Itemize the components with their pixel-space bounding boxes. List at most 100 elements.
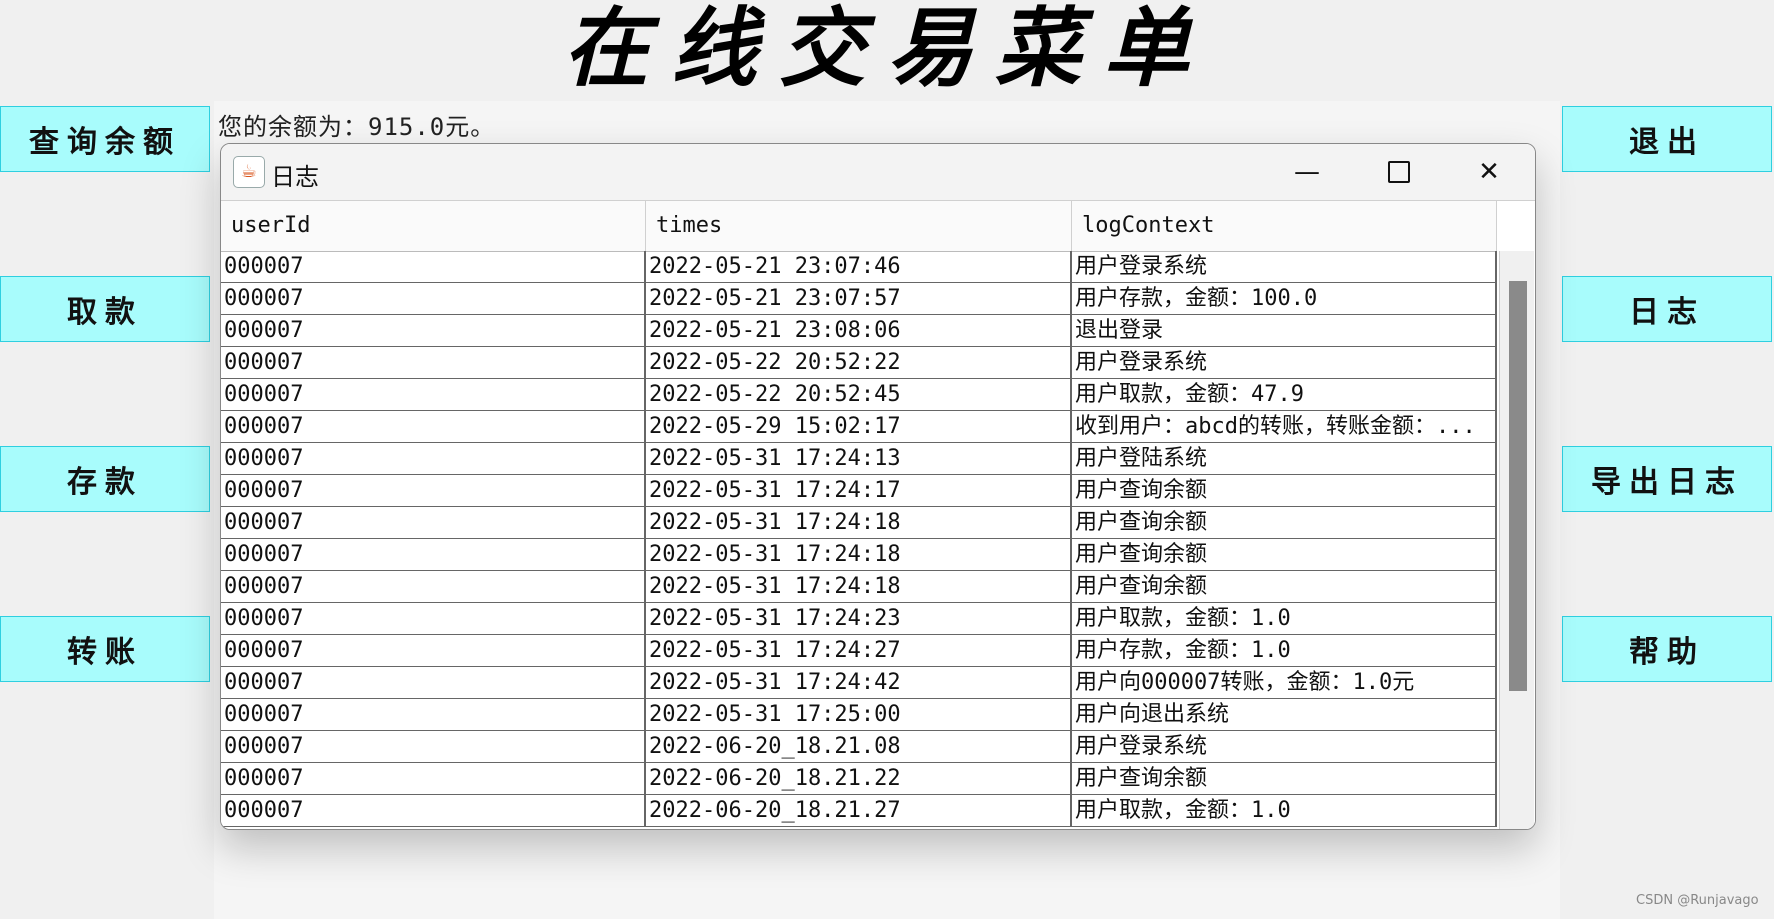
table-row[interactable]: 000007 2022-05-31 17:24:23 用户取款，金额：1.0 <box>221 603 1497 635</box>
withdraw-button[interactable]: 取款 <box>0 276 210 342</box>
cell-userid: 000007 <box>221 315 646 346</box>
cell-times: 2022-06-20_18.21.27 <box>646 795 1072 826</box>
cell-logcontext: 用户向000007转账，金额：1.0元 <box>1072 667 1497 698</box>
log-button[interactable]: 日志 <box>1562 276 1772 342</box>
deposit-button[interactable]: 存款 <box>0 446 210 512</box>
table-row[interactable]: 000007 2022-05-31 17:25:00 用户向退出系统 <box>221 699 1497 731</box>
table-row[interactable]: 000007 2022-05-31 17:24:18 用户查询余额 <box>221 571 1497 603</box>
exit-button[interactable]: 退出 <box>1562 106 1772 172</box>
cell-logcontext: 用户查询余额 <box>1072 507 1497 538</box>
cell-logcontext: 用户存款，金额：1.0 <box>1072 635 1497 666</box>
table-row[interactable]: 000007 2022-05-21 23:07:57 用户存款，金额：100.0 <box>221 283 1497 315</box>
cell-logcontext: 退出登录 <box>1072 315 1497 346</box>
cell-userid: 000007 <box>221 443 646 474</box>
table-row[interactable]: 000007 2022-05-22 20:52:45 用户取款，金额：47.9 <box>221 379 1497 411</box>
cell-logcontext: 用户登录系统 <box>1072 731 1497 762</box>
column-header-times[interactable]: times <box>646 201 1072 251</box>
close-button[interactable]: ✕ <box>1443 144 1535 200</box>
table-row[interactable]: 000007 2022-05-31 17:24:13 用户登陆系统 <box>221 443 1497 475</box>
cell-times: 2022-05-22 20:52:45 <box>646 379 1072 410</box>
log-table: userId times logContext 000007 2022-05-21… <box>221 201 1535 829</box>
table-header: userId times logContext <box>221 201 1497 252</box>
cell-times: 2022-05-21 23:08:06 <box>646 315 1072 346</box>
java-cup-icon: ☕ <box>233 156 265 188</box>
cell-times: 2022-05-31 17:24:27 <box>646 635 1072 666</box>
cell-times: 2022-05-31 17:25:00 <box>646 699 1072 730</box>
cell-userid: 000007 <box>221 347 646 378</box>
main-title: 在线交易菜单 <box>563 0 1211 99</box>
cell-times: 2022-05-29 15:02:17 <box>646 411 1072 442</box>
cell-userid: 000007 <box>221 379 646 410</box>
cell-logcontext: 用户查询余额 <box>1072 763 1497 794</box>
cell-logcontext: 用户查询余额 <box>1072 539 1497 570</box>
check-balance-button[interactable]: 查询余额 <box>0 106 210 172</box>
table-row[interactable]: 000007 2022-05-29 15:02:17 收到用户：abcd的转账，转账… <box>221 411 1497 443</box>
cell-times: 2022-05-22 20:52:22 <box>646 347 1072 378</box>
cell-userid: 000007 <box>221 635 646 666</box>
cell-logcontext: 用户存款，金额：100.0 <box>1072 283 1497 314</box>
maximize-icon <box>1388 161 1410 183</box>
cell-times: 2022-05-31 17:24:18 <box>646 539 1072 570</box>
cell-userid: 000007 <box>221 251 646 282</box>
close-icon: ✕ <box>1478 157 1500 187</box>
table-row[interactable]: 000007 2022-05-22 20:52:22 用户登录系统 <box>221 347 1497 379</box>
cell-times: 2022-05-21 23:07:57 <box>646 283 1072 314</box>
cell-times: 2022-05-31 17:24:42 <box>646 667 1072 698</box>
log-window-titlebar[interactable]: ☕ 日志 — ✕ <box>221 144 1535 201</box>
cell-logcontext: 用户查询余额 <box>1072 571 1497 602</box>
cell-userid: 000007 <box>221 699 646 730</box>
cell-times: 2022-05-31 17:24:23 <box>646 603 1072 634</box>
cell-times: 2022-05-31 17:24:13 <box>646 443 1072 474</box>
cell-times: 2022-06-20_18.21.22 <box>646 763 1072 794</box>
table-body: 000007 2022-05-21 23:07:46 用户登录系统 000007 202… <box>221 251 1497 827</box>
cell-times: 2022-05-31 17:24:17 <box>646 475 1072 506</box>
cell-userid: 000007 <box>221 667 646 698</box>
cell-userid: 000007 <box>221 475 646 506</box>
minimize-button[interactable]: — <box>1261 144 1353 200</box>
cell-times: 2022-06-20_18.21.08 <box>646 731 1072 762</box>
log-window-title: 日志 <box>271 163 319 191</box>
cell-times: 2022-05-21 23:07:46 <box>646 251 1072 282</box>
cell-userid: 000007 <box>221 539 646 570</box>
cell-logcontext: 用户登录系统 <box>1072 251 1497 282</box>
cell-userid: 000007 <box>221 411 646 442</box>
scrollbar-thumb[interactable] <box>1509 281 1527 691</box>
cell-logcontext: 用户登陆系统 <box>1072 443 1497 474</box>
cell-logcontext: 用户取款，金额：1.0 <box>1072 795 1497 826</box>
watermark: CSDN @Runjavago <box>1636 893 1759 908</box>
table-row[interactable]: 000007 2022-05-31 17:24:17 用户查询余额 <box>221 475 1497 507</box>
cell-userid: 000007 <box>221 603 646 634</box>
cell-logcontext: 用户登录系统 <box>1072 347 1497 378</box>
cell-logcontext: 收到用户：abcd的转账，转账金额：... <box>1072 411 1497 442</box>
column-header-userid[interactable]: userId <box>221 201 646 251</box>
table-row[interactable]: 000007 2022-06-20_18.21.22 用户查询余额 <box>221 763 1497 795</box>
cell-logcontext: 用户取款，金额：47.9 <box>1072 379 1497 410</box>
cell-logcontext: 用户查询余额 <box>1072 475 1497 506</box>
table-row[interactable]: 000007 2022-05-31 17:24:18 用户查询余额 <box>221 539 1497 571</box>
vertical-scrollbar[interactable] <box>1499 251 1534 829</box>
cell-userid: 000007 <box>221 571 646 602</box>
cell-userid: 000007 <box>221 795 646 826</box>
cell-logcontext: 用户向退出系统 <box>1072 699 1497 730</box>
column-header-logcontext[interactable]: logContext <box>1072 201 1497 251</box>
export-log-button[interactable]: 导出日志 <box>1562 446 1772 512</box>
minimize-icon: — <box>1294 157 1320 187</box>
table-row[interactable]: 000007 2022-05-31 17:24:42 用户向000007转账，金额：… <box>221 667 1497 699</box>
table-row[interactable]: 000007 2022-05-31 17:24:18 用户查询余额 <box>221 507 1497 539</box>
table-row[interactable]: 000007 2022-05-21 23:07:46 用户登录系统 <box>221 251 1497 283</box>
table-row[interactable]: 000007 2022-06-20_18.21.08 用户登录系统 <box>221 731 1497 763</box>
help-button[interactable]: 帮助 <box>1562 616 1772 682</box>
cell-userid: 000007 <box>221 763 646 794</box>
table-row[interactable]: 000007 2022-05-21 23:08:06 退出登录 <box>221 315 1497 347</box>
maximize-button[interactable] <box>1353 144 1445 200</box>
cell-logcontext: 用户取款，金额：1.0 <box>1072 603 1497 634</box>
cell-times: 2022-05-31 17:24:18 <box>646 571 1072 602</box>
table-row[interactable]: 000007 2022-06-20_18.21.27 用户取款，金额：1.0 <box>221 795 1497 827</box>
cell-userid: 000007 <box>221 507 646 538</box>
table-row[interactable]: 000007 2022-05-31 17:24:27 用户存款，金额：1.0 <box>221 635 1497 667</box>
transfer-button[interactable]: 转账 <box>0 616 210 682</box>
balance-label: 您的余额为：915.0元。 <box>218 113 496 141</box>
cell-times: 2022-05-31 17:24:18 <box>646 507 1072 538</box>
cell-userid: 000007 <box>221 283 646 314</box>
cell-userid: 000007 <box>221 731 646 762</box>
